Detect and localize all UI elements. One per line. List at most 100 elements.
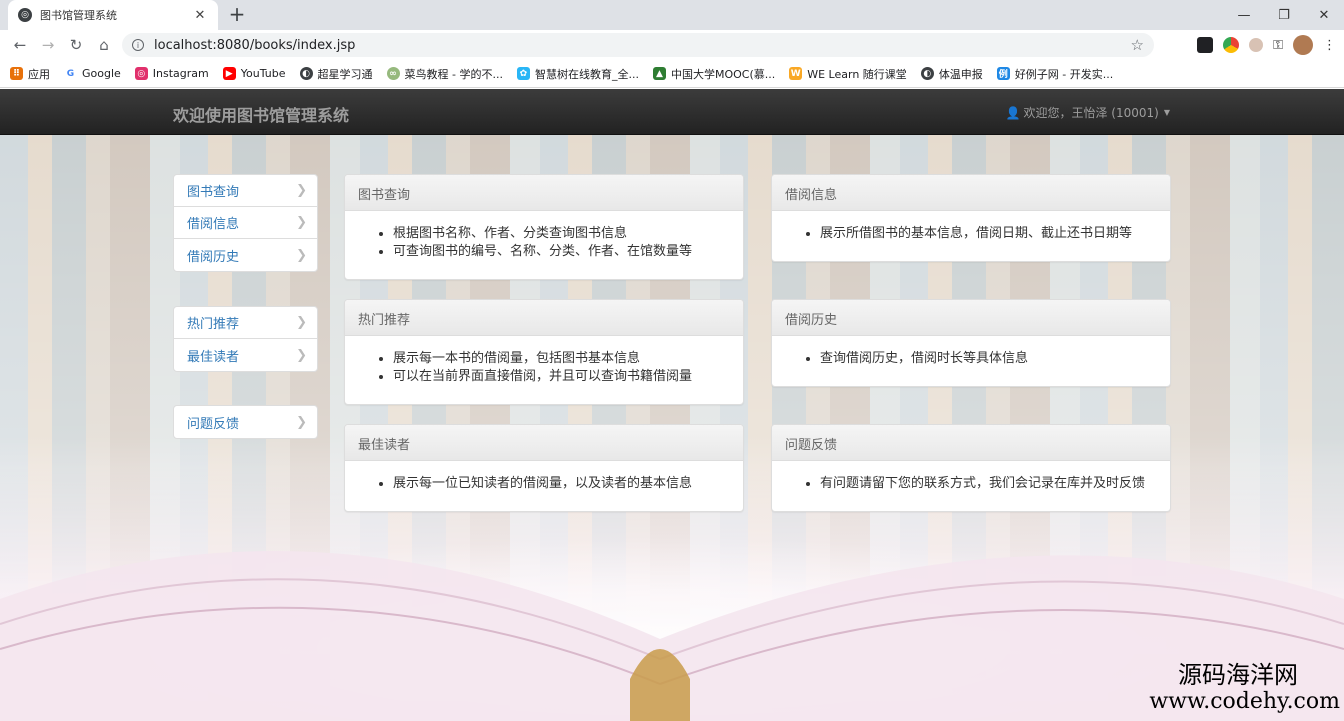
panel-book-search: 图书查询 根据图书名称、作者、分类查询图书信息 可查询图书的编号、名称、分类、作… <box>344 174 744 280</box>
sidebar-item-hot-recommend[interactable]: 热门推荐 ❯ <box>174 307 317 339</box>
haolizi-icon: 例 <box>996 67 1010 80</box>
panel-title: 热门推荐 <box>345 300 743 336</box>
bookmark-item[interactable]: ∞ 菜鸟教程 - 学的不... <box>386 66 503 82</box>
globe-icon: ◐ <box>299 67 313 80</box>
panel-title: 借阅信息 <box>772 175 1170 211</box>
panel-best-readers: 最佳读者 展示每一位已知读者的借阅量，以及读者的基本信息 <box>344 424 744 512</box>
sidebar-item-book-search[interactable]: 图书查询 ❯ <box>174 175 317 207</box>
sidebar-item-borrow-info[interactable]: 借阅信息 ❯ <box>174 207 317 239</box>
sidebar-group-1: 图书查询 ❯ 借阅信息 ❯ 借阅历史 ❯ <box>173 174 318 272</box>
browser-toolbar: ← → ↻ ⌂ i localhost:8080/books/index.jsp… <box>0 30 1344 60</box>
panel-list: 根据图书名称、作者、分类查询图书信息 可查询图书的编号、名称、分类、作者、在馆数… <box>345 211 743 279</box>
panel-list: 有问题请留下您的联系方式，我们会记录在库并及时反馈 <box>772 461 1170 511</box>
instagram-icon: ◎ <box>134 67 148 80</box>
close-tab-icon[interactable]: ✕ <box>192 8 208 23</box>
user-name: 欢迎您，王怡泽 (10001) <box>1023 106 1159 120</box>
panel-hot-recommend: 热门推荐 展示每一本书的借阅量，包括图书基本信息 可以在当前界面直接借阅，并且可… <box>344 299 744 405</box>
user-icon: 👤 <box>1005 105 1021 120</box>
list-item: 根据图书名称、作者、分类查询图书信息 <box>393 225 743 243</box>
close-window-icon[interactable]: ✕ <box>1304 0 1344 30</box>
chevron-right-icon: ❯ <box>296 215 307 230</box>
chevron-right-icon: ❯ <box>296 347 307 363</box>
list-item: 查询借阅历史，借阅时长等具体信息 <box>820 350 1170 368</box>
bookmarks-bar: ⠿ 应用 G Google ◎ Instagram ▶ YouTube ◐ 超星学习通 ∞… <box>0 60 1344 88</box>
profile-avatar[interactable] <box>1293 35 1313 55</box>
sidebar-group-3: 问题反馈 ❯ <box>173 405 318 439</box>
sidebar-item-best-readers[interactable]: 最佳读者 ❯ <box>174 339 317 371</box>
new-tab-button[interactable]: + <box>226 4 248 26</box>
panel-title: 借阅历史 <box>772 300 1170 336</box>
bookmark-item[interactable]: W WE Learn 随行课堂 <box>789 66 907 82</box>
globe-icon: ◎ <box>18 8 32 22</box>
list-item: 可以在当前界面直接借阅，并且可以查询书籍借阅量 <box>393 368 743 386</box>
panel-borrow-history: 借阅历史 查询借阅历史，借阅时长等具体信息 <box>771 299 1171 387</box>
bookmark-item[interactable]: ▲ 中国大学MOOC(慕... <box>652 66 775 82</box>
watermark: 源码海洋网 www.codehy.com <box>1149 661 1340 715</box>
brand-title[interactable]: 欢迎使用图书馆管理系统 <box>173 102 349 126</box>
list-item: 展示所借图书的基本信息，借阅日期、截止还书日期等 <box>820 225 1170 243</box>
menu-icon[interactable]: ⋮ <box>1323 38 1336 53</box>
forward-icon[interactable]: → <box>34 32 62 58</box>
reload-icon[interactable]: ↻ <box>62 32 90 58</box>
welearn-icon: W <box>789 67 803 80</box>
browser-tab[interactable]: ◎ 图书馆管理系统 ✕ <box>8 0 218 30</box>
back-icon[interactable]: ← <box>6 32 34 58</box>
site-info-icon[interactable]: i <box>132 39 144 51</box>
browser-tab-strip: ◎ 图书馆管理系统 ✕ + — ❐ ✕ <box>0 0 1344 30</box>
bookmark-star-icon[interactable]: ☆ <box>1131 36 1144 54</box>
panel-borrow-info: 借阅信息 展示所借图书的基本信息，借阅日期、截止还书日期等 <box>771 174 1171 262</box>
list-item: 有问题请留下您的联系方式，我们会记录在库并及时反馈 <box>820 475 1170 493</box>
apps-grid-icon: ⠿ <box>10 67 23 80</box>
bookmark-item[interactable]: ▶ YouTube <box>222 67 286 80</box>
watermark-line-2: www.codehy.com <box>1149 689 1340 714</box>
panel-list: 展示每一位已知读者的借阅量，以及读者的基本信息 <box>345 461 743 511</box>
user-menu[interactable]: 👤 欢迎您，王怡泽 (10001) ▼ <box>1006 104 1170 121</box>
list-item: 展示每一位已知读者的借阅量，以及读者的基本信息 <box>393 475 743 493</box>
home-icon[interactable]: ⌂ <box>90 32 118 58</box>
top-navbar: 欢迎使用图书馆管理系统 👤 欢迎您，王怡泽 (10001) ▼ <box>0 89 1344 135</box>
zhihuishu-icon: ✿ <box>516 67 530 80</box>
panel-title: 图书查询 <box>345 175 743 211</box>
bookmark-item[interactable]: ◐ 超星学习通 <box>299 66 373 82</box>
extensions-area: ⚿ ⋮ <box>1197 30 1336 60</box>
google-icon: G <box>64 67 77 80</box>
key-icon[interactable]: ⚿ <box>1273 38 1283 53</box>
chevron-right-icon: ❯ <box>296 247 307 263</box>
watermark-line-1: 源码海洋网 <box>1178 661 1298 689</box>
bookmark-item[interactable]: 例好例子网 - 开发实... <box>996 66 1113 82</box>
mooc-icon: ▲ <box>652 67 666 80</box>
bookmark-item[interactable]: ◎ Instagram <box>134 67 209 80</box>
sidebar-item-feedback[interactable]: 问题反馈 ❯ <box>174 406 317 438</box>
panel-list: 展示每一本书的借阅量，包括图书基本信息 可以在当前界面直接借阅，并且可以查询书籍… <box>345 336 743 404</box>
extension-icon[interactable] <box>1197 37 1214 53</box>
chevron-right-icon: ❯ <box>296 183 307 198</box>
restore-icon[interactable]: ❐ <box>1264 0 1304 30</box>
panel-title: 最佳读者 <box>345 425 743 461</box>
panel-list: 展示所借图书的基本信息，借阅日期、截止还书日期等 <box>772 211 1170 261</box>
panel-feedback: 问题反馈 有问题请留下您的联系方式，我们会记录在库并及时反馈 <box>771 424 1171 512</box>
caret-down-icon: ▼ <box>1163 108 1170 117</box>
panel-list: 查询借阅历史，借阅时长等具体信息 <box>772 336 1170 386</box>
extension-icon[interactable] <box>1223 37 1240 53</box>
list-item: 展示每一本书的借阅量，包括图书基本信息 <box>393 350 743 368</box>
globe-icon: ◐ <box>920 67 934 80</box>
list-item: 可查询图书的编号、名称、分类、作者、在馆数量等 <box>393 243 743 261</box>
panel-title: 问题反馈 <box>772 425 1170 461</box>
window-controls: — ❐ ✕ <box>1224 0 1344 30</box>
sidebar-group-2: 热门推荐 ❯ 最佳读者 ❯ <box>173 306 318 372</box>
bookmark-item[interactable]: ✿ 智慧树在线教育_全... <box>516 66 639 82</box>
youtube-icon: ▶ <box>222 67 236 80</box>
extension-icon[interactable] <box>1249 38 1264 52</box>
bookmark-item[interactable]: G Google <box>64 67 121 80</box>
tab-title: 图书馆管理系统 <box>40 9 117 22</box>
url-text[interactable]: localhost:8080/books/index.jsp <box>154 38 1131 53</box>
chevron-right-icon: ❯ <box>296 315 307 330</box>
runoob-icon: ∞ <box>386 67 400 80</box>
bookmark-item[interactable]: ◐ 体温申报 <box>920 66 983 82</box>
minimize-icon[interactable]: — <box>1224 0 1264 30</box>
bookmark-item[interactable]: ⠿ 应用 <box>10 66 50 82</box>
page-body: 欢迎使用图书馆管理系统 👤 欢迎您，王怡泽 (10001) ▼ 图书查询 ❯ 借阅… <box>0 89 1344 721</box>
address-bar[interactable]: i localhost:8080/books/index.jsp ☆ <box>122 33 1154 57</box>
sidebar-item-borrow-history[interactable]: 借阅历史 ❯ <box>174 239 317 271</box>
chevron-right-icon: ❯ <box>296 414 307 430</box>
